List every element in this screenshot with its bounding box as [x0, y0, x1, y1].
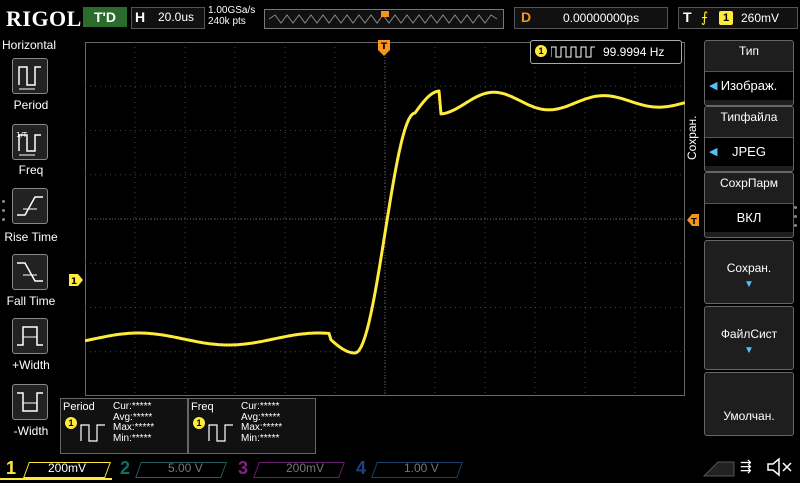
channel2-tab[interactable]: 2 5.00 V — [116, 458, 228, 478]
menu-file-type-value: ◀ JPEG — [705, 137, 793, 166]
measurement-channel: 1 — [65, 417, 77, 429]
channel3-scale: 200mV — [286, 461, 325, 475]
trigger-label: T — [683, 9, 692, 25]
menu-save-params-value: ВКЛ — [705, 203, 793, 232]
graticule — [84, 42, 686, 396]
square-wave-icon — [551, 46, 595, 58]
sample-info: 1.00GSa/s 240k pts — [208, 5, 255, 27]
trigger-status-badge[interactable]: T'D — [83, 7, 127, 27]
period-label: Period — [13, 98, 49, 112]
menu-file-type-title: Типфайла — [720, 110, 778, 124]
menu-default-title: Умолчан. — [723, 409, 775, 423]
submenu-down-arrow-icon: ▼ — [744, 279, 754, 290]
memory-waveform-overview[interactable] — [264, 9, 504, 29]
trigger-position-marker[interactable]: T — [378, 40, 390, 56]
rise-time-button[interactable] — [12, 188, 48, 224]
menu-save-params-title: СохрПарм — [719, 176, 779, 190]
measurement-stats: Cur:***** Avg:***** Max:***** Min:***** — [113, 401, 155, 444]
positive-width-button[interactable] — [12, 318, 48, 354]
trigger-level: 260mV — [741, 11, 780, 25]
positive-width-label: +Width — [12, 358, 50, 372]
menu-save-button[interactable]: Сохран. ▼ — [704, 240, 794, 304]
memory-overview-trace — [268, 11, 498, 24]
channel1-scale: 200mV — [48, 461, 87, 475]
menu-type[interactable]: Тип ◀ Изображ. — [704, 40, 794, 106]
frequency-icon — [208, 424, 233, 442]
menu-file-system[interactable]: ФайлСист ▼ — [704, 306, 794, 370]
channel1-ground-marker[interactable]: 1 — [69, 273, 83, 287]
negative-width-label: -Width — [13, 424, 49, 438]
period-icon — [18, 66, 41, 90]
menu-file-type[interactable]: Типфайла ◀ JPEG — [704, 106, 794, 172]
left-arrow-icon: ◀ — [709, 146, 718, 158]
right-menu-title: Сохран. — [685, 115, 699, 160]
svg-text:1/T: 1/T — [16, 131, 28, 139]
rising-edge-icon: ⨍ — [701, 9, 709, 25]
frequency-icon: 1/T — [16, 131, 41, 156]
freq-counter-channel: 1 — [535, 45, 547, 57]
period-icon — [80, 424, 105, 442]
freq-button[interactable]: 1/T — [12, 124, 48, 160]
trigger-level-marker[interactable]: T — [687, 213, 699, 226]
channel3-number: 3 — [238, 458, 249, 478]
svg-text:T: T — [381, 42, 388, 52]
delay-display[interactable]: D 0.00000000ps — [514, 7, 668, 29]
menu-save-title: Сохран. — [726, 261, 772, 275]
channel4-number: 4 — [356, 458, 367, 478]
menu-type-title: Тип — [738, 44, 759, 58]
left-arrow-icon: ◀ — [709, 80, 718, 92]
sample-rate: 1.00GSa/s — [208, 5, 256, 16]
timebase-value: 20.0us — [158, 10, 195, 24]
trigger-display[interactable]: T ⨍ 1 260mV — [678, 7, 798, 29]
delay-value: 0.00000000ps — [563, 11, 640, 25]
measurement-name: Freq — [191, 401, 214, 413]
measurement-channel: 1 — [193, 417, 205, 429]
menu-corner-icon[interactable] — [700, 458, 736, 478]
channel2-scale: 5.00 V — [168, 461, 203, 475]
left-panel-handle[interactable] — [2, 200, 6, 224]
memory-trigger-marker — [381, 11, 389, 17]
positive-width-icon — [17, 326, 43, 346]
channel1-tab[interactable]: 1 200mV — [0, 458, 112, 480]
fall-time-label: Fall Time — [6, 294, 56, 308]
menu-save-params[interactable]: СохрПарм ВКЛ — [704, 172, 794, 238]
submenu-down-arrow-icon: ▼ — [744, 345, 754, 356]
channel1-number: 1 — [6, 458, 17, 478]
rigol-logo: RIGOL — [6, 6, 82, 31]
svg-text:1: 1 — [71, 277, 77, 286]
left-menu-title: Horizontal — [2, 38, 57, 52]
fall-time-button[interactable] — [12, 254, 48, 290]
measurement-freq[interactable]: Freq 1 Cur:***** Avg:***** Max:***** Min… — [188, 398, 316, 454]
fall-time-icon — [17, 262, 43, 282]
measurement-stats: Cur:***** Avg:***** Max:***** Min:***** — [241, 401, 283, 444]
rise-time-label: Rise Time — [4, 230, 58, 244]
channel4-tab[interactable]: 4 1.00 V — [352, 458, 464, 478]
measurement-name: Period — [63, 401, 95, 413]
freq-counter-value: 99.9994 Hz — [603, 45, 665, 59]
negative-width-icon — [17, 392, 43, 412]
channel4-scale: 1.00 V — [404, 461, 439, 475]
period-button[interactable] — [12, 58, 48, 94]
memory-depth: 240k pts — [208, 16, 246, 27]
speaker-muted-icon[interactable] — [764, 456, 794, 478]
rise-time-icon — [17, 196, 43, 216]
trigger-channel-badge: 1 — [719, 11, 733, 25]
channel3-tab[interactable]: 3 200mV — [234, 458, 346, 478]
svg-text:T: T — [691, 217, 697, 226]
freq-label: Freq — [18, 163, 44, 177]
horizontal-label: H — [135, 9, 146, 25]
timebase-display[interactable]: H 20.0us — [131, 7, 205, 29]
menu-default[interactable]: Умолчан. — [704, 372, 794, 436]
waveform-display[interactable] — [84, 42, 686, 396]
measurement-period[interactable]: Period 1 Cur:***** Avg:***** Max:***** M… — [60, 398, 188, 454]
usb-icon: ⇶ — [740, 458, 752, 474]
menu-file-system-title: ФайлСист — [720, 327, 778, 341]
negative-width-button[interactable] — [12, 384, 48, 420]
delay-label: D — [521, 9, 532, 25]
right-panel-handle[interactable] — [794, 206, 798, 230]
frequency-counter[interactable]: 1 99.9994 Hz — [530, 40, 682, 64]
channel2-number: 2 — [120, 458, 131, 478]
menu-type-value: ◀ Изображ. — [705, 71, 793, 100]
